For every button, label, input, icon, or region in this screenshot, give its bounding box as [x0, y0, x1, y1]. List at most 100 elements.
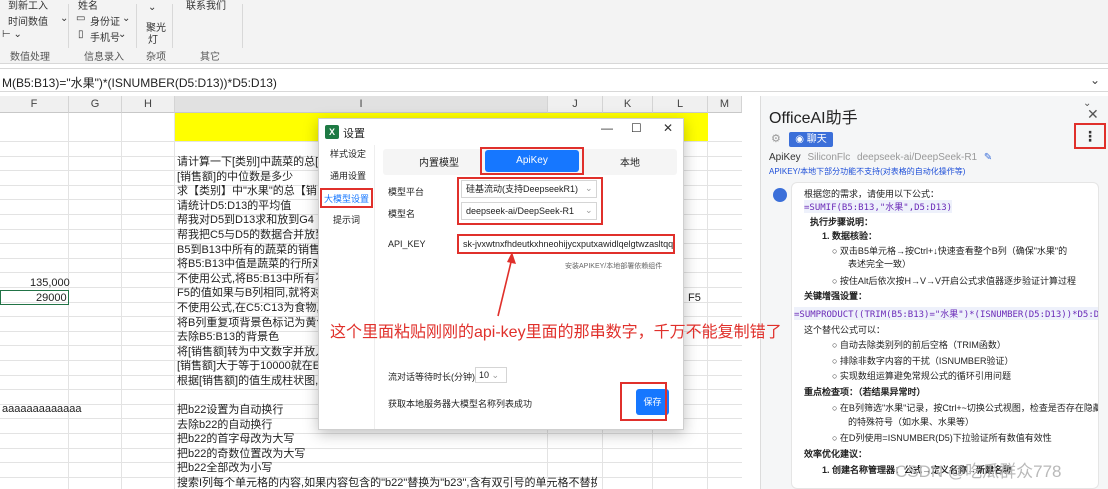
column-header-k[interactable]: K [603, 96, 653, 113]
cell-i[interactable]: 求【类别】中"水果"的总【销 [177, 182, 320, 198]
cell-i[interactable]: F5的值如果与B列相同,就将对应 [177, 284, 320, 300]
ribbon-separator [242, 4, 243, 48]
cell-i[interactable]: 把b22的首字母改为大写 [177, 430, 377, 446]
cell-i[interactable]: 去除B5:B13的背景色 [177, 328, 320, 344]
close-icon[interactable]: ✕ [663, 121, 673, 135]
answer-line: 效率优化建议： [804, 449, 868, 459]
ribbon-item-batch-import[interactable]: 到新工入 [8, 0, 48, 12]
annotation-text: 这个里面粘贴刚刚的api-key里面的那串数字，千万不能复制错了 [330, 324, 782, 341]
cell-i[interactable]: 把b22的奇数位置改为大写 [177, 445, 377, 461]
phone-icon: ▯ [78, 29, 84, 40]
formula-text[interactable]: M(B5:B13)="水果")*(ISNUMBER(D5:D13))*D5:D1… [2, 74, 277, 91]
gear-icon[interactable]: ⚙ [771, 132, 781, 145]
cell-i[interactable]: 搜索I列每个单元格的内容,如果内容包含的"b22"替换为"b23",含有双引号的… [177, 474, 597, 489]
answer-card: 根据您的需求，请使用以下公式： =SUMIF(B5:B13,"水果",D5:D13… [791, 182, 1099, 489]
install-deps-link[interactable]: 安装APIKEY/本地部署依赖组件 [565, 261, 662, 271]
group-label-misc: 杂项 [146, 52, 166, 63]
cell-i[interactable]: [销售额]的中位数是多少 [177, 168, 320, 184]
chevron-down-icon[interactable]: ⌄ [1090, 73, 1100, 87]
cell-i[interactable]: 请计算一下[类别]中蔬菜的总[销 [177, 153, 320, 169]
highlight-box-selects [457, 177, 603, 225]
cell-i[interactable]: 不使用公式,将B5:B13中所有不 [177, 270, 320, 286]
ribbon-item-phone[interactable]: 手机号 [90, 29, 120, 44]
id-card-icon: ▭ [76, 13, 86, 24]
cell-i[interactable]: [销售额]大于等于10000就在E列 [177, 357, 320, 373]
watermark: CSDN @吃瓜群众778 [895, 462, 1062, 481]
cell-i[interactable]: 根据[销售额]的值生成柱状图,x [177, 372, 320, 388]
cell-f-value-1[interactable]: 135,000 [30, 277, 70, 289]
tab-local[interactable]: 本地 [620, 154, 640, 169]
more-menu-button[interactable]: ⋮ [1074, 123, 1106, 149]
spotlight-icon: ⌄ [148, 2, 157, 13]
model-label: 模型名 [388, 209, 416, 219]
edit-icon[interactable]: ✎ [984, 152, 992, 163]
ribbon-item-name[interactable]: 姓名 [78, 0, 98, 12]
highlight-box-sidebar [320, 188, 373, 208]
group-label-info-entry: 信息录入 [84, 52, 124, 63]
answer-line: 重点检查项：（若结果异常时） [804, 387, 926, 397]
cell-i[interactable]: 请统计D5:D13的平均值 [177, 197, 320, 213]
column-header-l[interactable]: L [653, 96, 708, 113]
cell-i[interactable]: 把b22全部改为小写 [177, 459, 377, 475]
answer-line: ○ 自动去除类别列的前后空格（TRIM函数） [832, 340, 1006, 350]
status-text: 获取本地服务器大模型名称列表成功 [388, 399, 533, 409]
cell-l-text[interactable]: F5 [688, 292, 701, 304]
platform-label: 模型平台 [388, 187, 425, 197]
sidebar-item-prompt[interactable]: 提示词 [333, 213, 360, 226]
ribbon-item-id-card[interactable]: 身份证 [90, 13, 120, 28]
chevron-down-icon: ⌄ [122, 13, 131, 24]
ribbon-separator [172, 4, 173, 48]
ribbon-item-lamp[interactable]: 灯 [148, 31, 158, 46]
group-label-other: 其它 [200, 52, 220, 63]
dialog-title: 设置 [343, 128, 365, 140]
close-icon[interactable]: ✕ [1087, 106, 1099, 123]
column-header-g[interactable]: G [69, 96, 122, 113]
sidebar-item-general[interactable]: 通用设置 [330, 169, 366, 182]
answer-line: 1. 数据核验： [822, 231, 878, 241]
answer-line: =SUMIF(B5:B13,"水果",D5:D13) [804, 200, 953, 213]
cell-i[interactable]: 将[销售额]转为中文数字并放入 [177, 343, 320, 359]
column-header-f[interactable]: F [0, 96, 69, 113]
tab-builtin-model[interactable]: 内置模型 [419, 154, 459, 169]
cell-i[interactable]: 帮我对D5到D13求和放到G4 [177, 211, 320, 227]
panel-title: OfficeAI助手 [769, 110, 858, 127]
cell-i[interactable]: 帮我把C5与D5的数据合并放到 [177, 226, 320, 242]
maximize-icon[interactable]: ☐ [631, 121, 642, 135]
cell-i[interactable]: 不使用公式,在C5:C13为食物,B [177, 299, 320, 315]
column-header-j[interactable]: J [548, 96, 603, 113]
cell-a-text[interactable]: aaaaaaaaaaaaa [2, 403, 82, 415]
answer-line: ○ 按住Alt后依次按H→V→V开启公式求值器逐步验证计算过程 [832, 276, 1076, 286]
cell-i[interactable]: 将B列重复项背景色标记为黄色 [177, 314, 320, 330]
assistant-avatar [773, 188, 787, 202]
chat-tab-label: 聊天 [806, 134, 827, 145]
highlight-box-tab [480, 147, 584, 175]
column-header-i[interactable]: I [175, 96, 548, 113]
group-label-value-processing: 数值处理 [10, 52, 50, 63]
column-header-h[interactable]: H [122, 96, 175, 113]
answer-line: =SUMPRODUCT((TRIM(B5:B13)="水果")*(ISNUMBE… [794, 307, 1098, 320]
formula-bar[interactable]: M(B5:B13)="水果")*(ISNUMBER(D5:D13))*D5:D1… [0, 68, 1108, 92]
chat-tab[interactable]: ◉ 聊天 [789, 132, 833, 147]
chevron-down-icon: ⌄ [491, 370, 500, 380]
minimize-icon[interactable]: — [601, 121, 613, 135]
apikey-input[interactable]: sk-jvxwtnxfhdeutkxhneohijycxputxawidlqel… [457, 234, 675, 254]
cell-i[interactable]: B5到B13中所有的蔬菜的销售额 [177, 241, 320, 257]
ribbon-item-contact-us[interactable]: 联系我们 [186, 0, 226, 12]
answer-line: ○ 实现数组运算避免常规公式的循环引用问题 [832, 371, 1011, 381]
answer-line: 执行步骤说明： [810, 217, 874, 227]
sidebar-item-style[interactable]: 样式设定 [330, 147, 366, 160]
apikey-field-label: API_KEY [388, 239, 426, 249]
answer-line: 表述完全一致） [848, 259, 912, 269]
apikey-note: APIKEY/本地下部分功能不支持(对表格的自动化操作等) [769, 167, 966, 176]
wait-time-select[interactable]: 10 ⌄ [475, 367, 507, 383]
chevron-down-icon: ⌄ [118, 29, 127, 40]
ribbon-separator [136, 4, 137, 48]
answer-line: 的特殊符号（如水果、水果等） [848, 417, 975, 427]
chat-icon: ◉ [795, 134, 807, 145]
platform-label: SiliconFlc [807, 152, 851, 163]
ribbon-separator [68, 4, 69, 48]
column-header-m[interactable]: M [708, 96, 742, 113]
ribbon: 到新工入 时间数值 ⌄ ⊢ ⌄ 数值处理 姓名 ▭ 身份证 ⌄ ▯ 手机号 ⌄ … [0, 0, 1108, 64]
cell-i[interactable]: 将B5:B13中值是蔬菜的行所对 [177, 255, 320, 271]
ribbon-item-time-value[interactable]: 时间数值 [8, 13, 48, 28]
